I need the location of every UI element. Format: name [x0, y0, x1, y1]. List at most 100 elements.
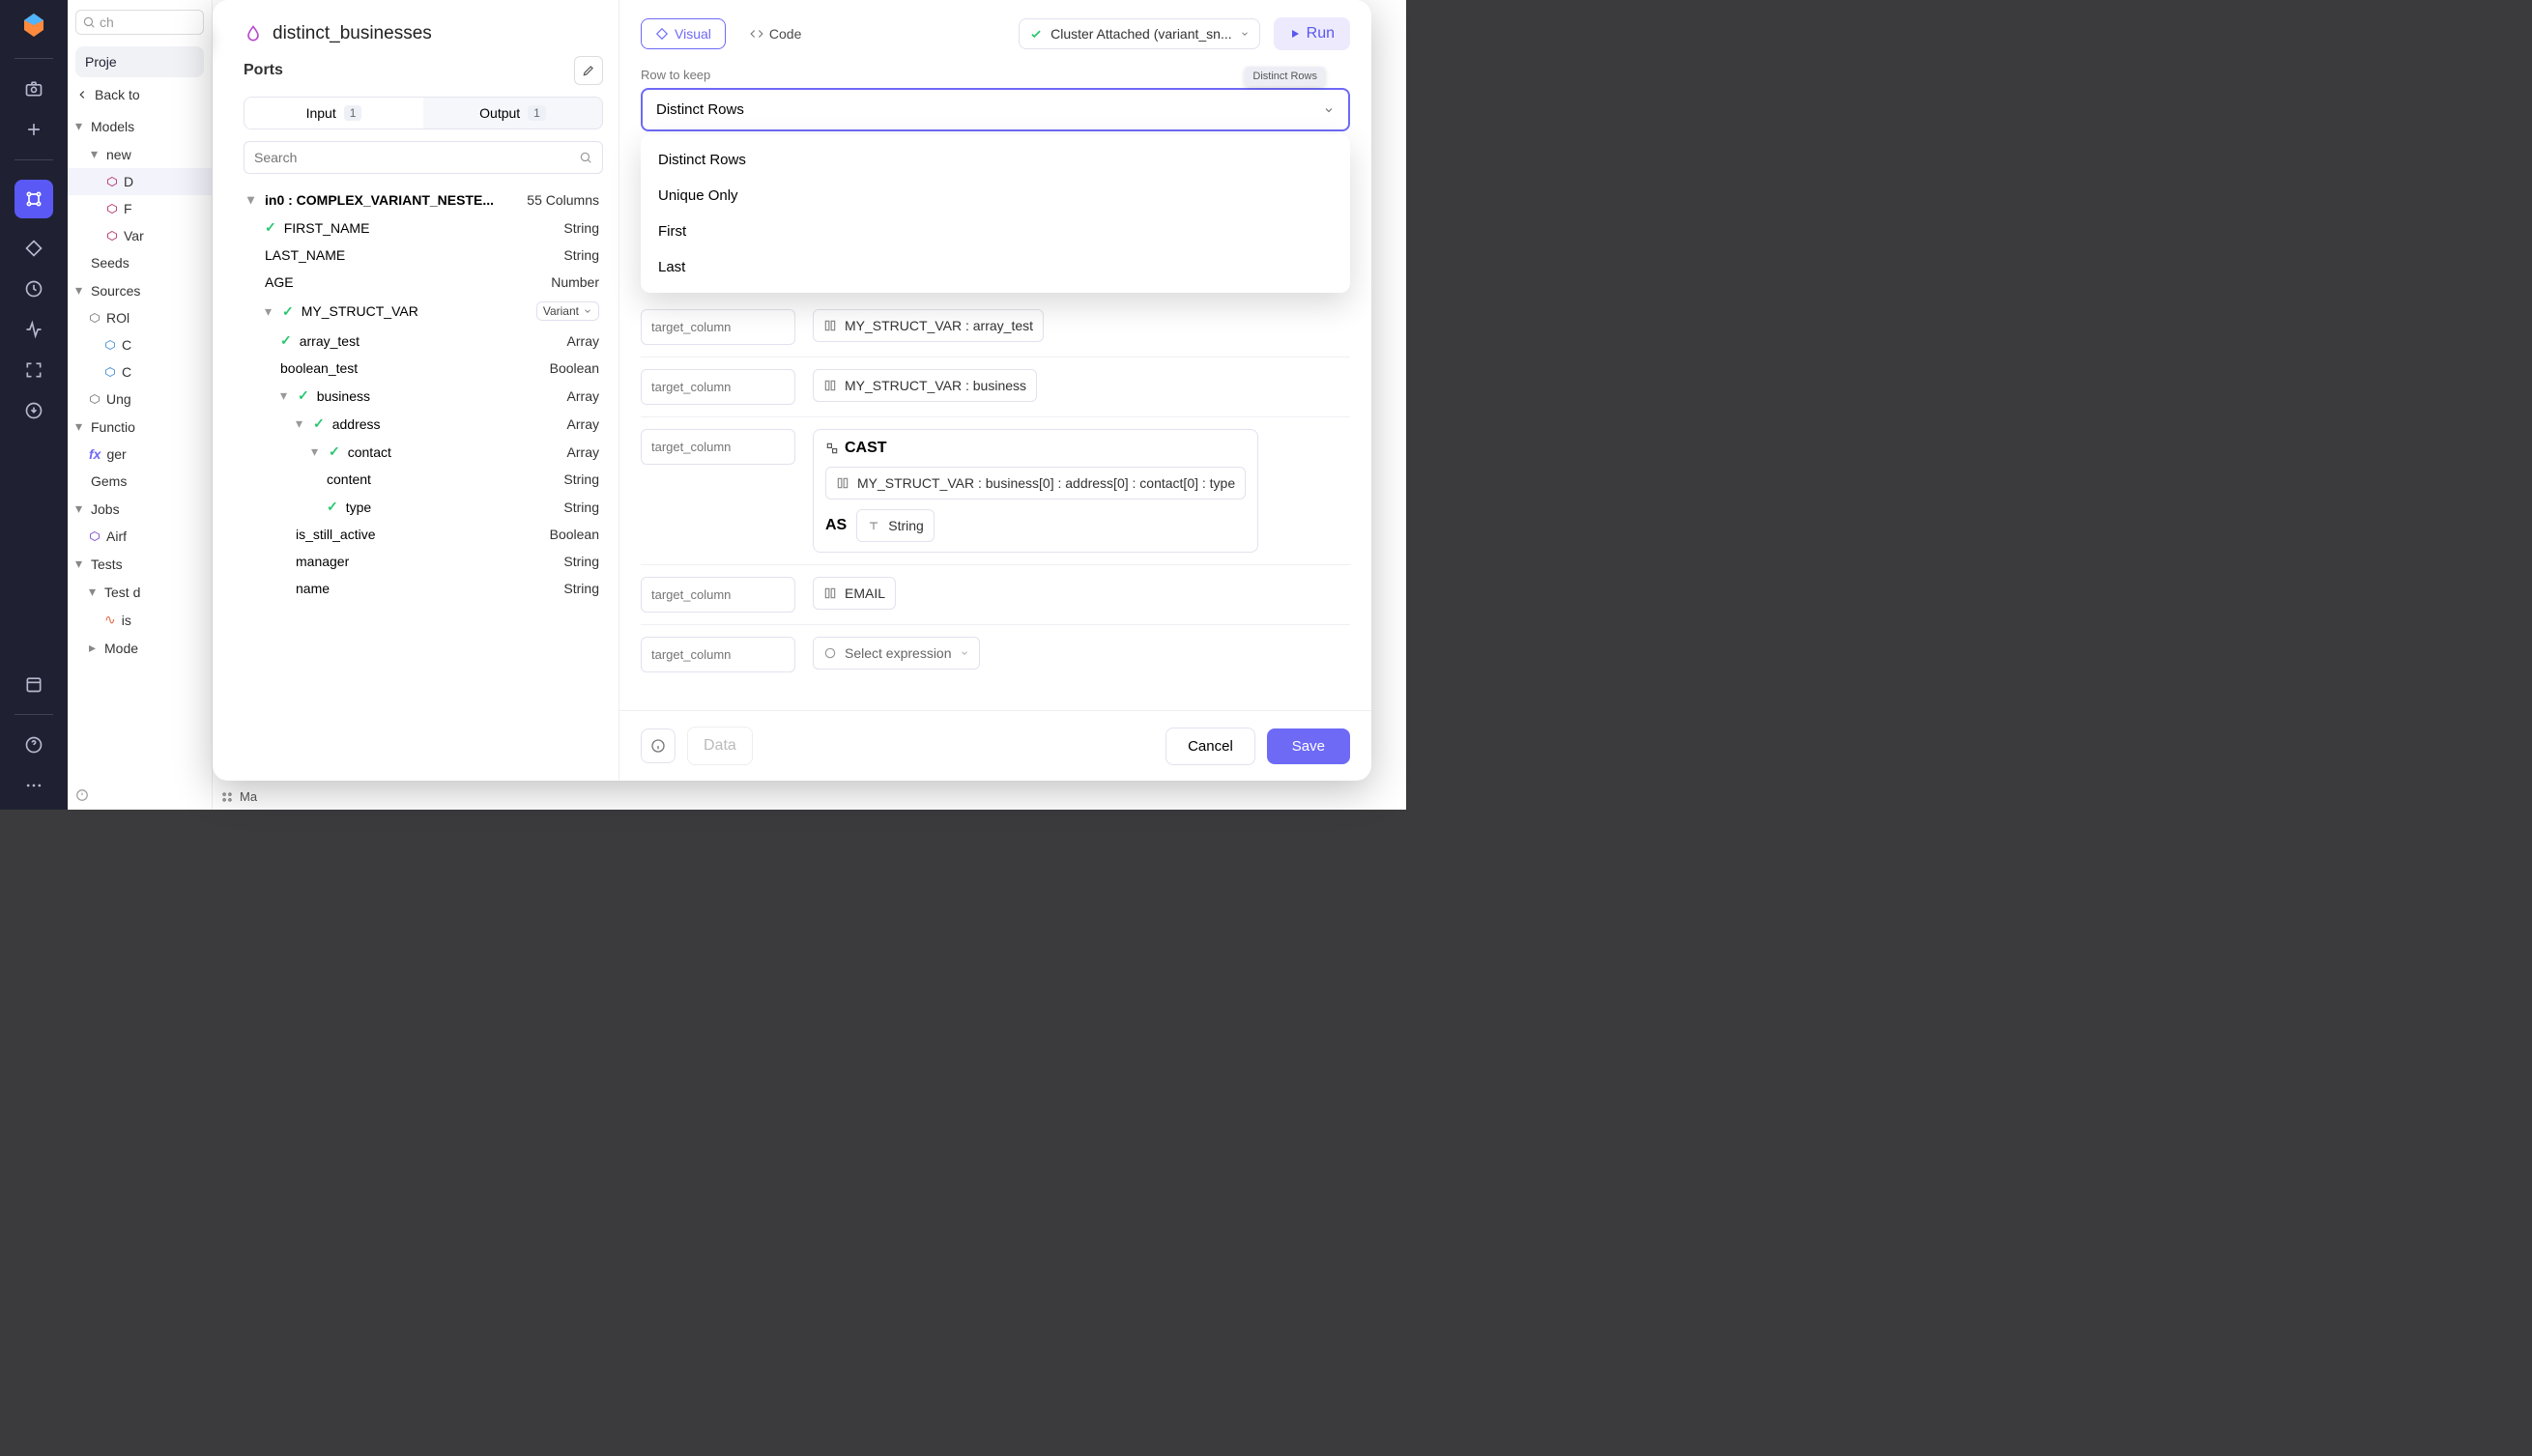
code-mode-button[interactable]: Code	[735, 18, 816, 49]
tree-item[interactable]: D	[68, 168, 212, 195]
target-column-input[interactable]	[641, 577, 795, 613]
dropdown-option[interactable]: First	[641, 214, 1350, 249]
tree-item[interactable]: fxger	[68, 441, 212, 468]
tree-item[interactable]: ▾Test d	[68, 578, 212, 606]
config-panel: Visual Code Cluster Attached (variant_sn…	[619, 0, 1371, 781]
plus-icon[interactable]	[23, 119, 44, 140]
io-tabs: Input1 Output1	[244, 97, 603, 129]
tree-item[interactable]: F	[68, 195, 212, 222]
modal-footer: Data Cancel Save	[619, 710, 1371, 781]
expression-pill[interactable]: EMAIL	[813, 577, 896, 610]
data-tab[interactable]: Data	[687, 727, 753, 765]
back-link[interactable]: Back to	[68, 77, 212, 112]
schema-column-row[interactable]: ✓typeString	[244, 493, 603, 521]
schema-column-row[interactable]: ▾✓addressArray	[244, 410, 603, 438]
save-button[interactable]: Save	[1267, 728, 1350, 764]
tree-item[interactable]: Ung	[68, 385, 212, 413]
type-icon	[867, 519, 880, 532]
row-to-keep-field[interactable]: Distinct Rows	[641, 88, 1350, 131]
target-column-input[interactable]	[641, 637, 795, 672]
cast-source-pill[interactable]: MY_STRUCT_VAR : business[0] : address[0]…	[825, 467, 1246, 500]
tree-item[interactable]: ∿is	[68, 606, 212, 634]
expression-pill[interactable]: MY_STRUCT_VAR : business	[813, 369, 1037, 402]
calendar-icon[interactable]	[23, 673, 44, 695]
expression-row: MY_STRUCT_VAR : array_test	[641, 298, 1350, 345]
more-icon[interactable]	[23, 775, 44, 796]
row-to-keep-dropdown: Distinct Rows Distinct Rows Distinct Row…	[641, 88, 1350, 131]
tree-item[interactable]: Var	[68, 222, 212, 249]
project-chip[interactable]: Proje	[75, 46, 204, 77]
schema-column-row[interactable]: contentString	[244, 466, 603, 493]
dropdown-option[interactable]: Unique Only	[641, 178, 1350, 214]
dropdown-option[interactable]: Distinct Rows	[641, 142, 1350, 178]
search-icon	[579, 151, 592, 164]
schema-column-row[interactable]: is_still_activeBoolean	[244, 521, 603, 548]
row-to-keep-label: Row to keep	[641, 68, 1350, 82]
schema-search-input[interactable]	[254, 150, 579, 165]
download-icon[interactable]	[23, 400, 44, 421]
as-label: AS	[825, 517, 847, 534]
tree-jobs[interactable]: ▾Jobs	[68, 495, 212, 523]
dropdown-option[interactable]: Last	[641, 249, 1350, 285]
row-to-keep-menu: Distinct Rows Unique Only First Last	[641, 134, 1350, 293]
cast-expression[interactable]: CAST MY_STRUCT_VAR : business[0] : addre…	[813, 429, 1258, 553]
back-label: Back to	[95, 87, 140, 102]
expand-icon[interactable]	[23, 359, 44, 381]
schema-column-row[interactable]: ✓array_testArray	[244, 327, 603, 355]
target-column-input[interactable]	[641, 429, 795, 465]
edit-ports-button[interactable]	[574, 56, 603, 85]
schema-column-row[interactable]: ▾✓MY_STRUCT_VARVariant	[244, 296, 603, 327]
tree-functions[interactable]: ▾Functio	[68, 413, 212, 441]
schema-column-row[interactable]: ✓FIRST_NAMEString	[244, 214, 603, 242]
icon-rail	[0, 0, 68, 810]
tree-gems[interactable]: Gems	[68, 468, 212, 495]
pipeline-icon[interactable]	[14, 180, 53, 218]
help-icon[interactable]	[23, 734, 44, 756]
info-button[interactable]	[641, 728, 676, 763]
tree-new[interactable]: ▾new	[68, 140, 212, 168]
expression-row: EMAIL	[641, 564, 1350, 613]
schema-column-row[interactable]: LAST_NAMEString	[244, 242, 603, 269]
tree-tests[interactable]: ▾Tests	[68, 550, 212, 578]
project-sidebar: ch Proje Back to ▾Models ▾new D F Var Se…	[68, 0, 213, 810]
schema-col-count: 55 Columns	[527, 192, 599, 208]
expression-pill[interactable]: MY_STRUCT_VAR : array_test	[813, 309, 1044, 342]
schema-column-row[interactable]: ▾✓contactArray	[244, 438, 603, 466]
schema-column-row[interactable]: boolean_testBoolean	[244, 355, 603, 382]
project-tree: ▾Models ▾new D F Var Seeds ▾Sources ROl …	[68, 112, 212, 662]
tab-output[interactable]: Output1	[423, 98, 602, 128]
gem-editor-modal: distinct_businesses Ports Input1 Output1…	[213, 0, 1371, 781]
sidebar-search[interactable]: ch	[75, 10, 204, 35]
cast-icon	[825, 442, 839, 455]
ports-panel: distinct_businesses Ports Input1 Output1…	[213, 0, 619, 781]
run-button[interactable]: Run	[1274, 17, 1350, 50]
diamond-icon[interactable]	[23, 238, 44, 259]
cast-type-pill[interactable]: String	[856, 509, 935, 542]
cluster-selector[interactable]: Cluster Attached (variant_sn...	[1019, 18, 1260, 49]
tree-models[interactable]: ▾Models	[68, 112, 212, 140]
variant-pill[interactable]: Variant	[536, 301, 599, 321]
tree-seeds[interactable]: Seeds	[68, 249, 212, 276]
schema-column-row[interactable]: managerString	[244, 548, 603, 575]
clock-icon[interactable]	[23, 278, 44, 300]
target-column-input[interactable]	[641, 309, 795, 345]
schema-column-row[interactable]: nameString	[244, 575, 603, 602]
camera-icon[interactable]	[23, 78, 44, 100]
target-column-input[interactable]	[641, 369, 795, 405]
tree-item[interactable]: ▸Mode	[68, 634, 212, 662]
tree-item[interactable]: Airf	[68, 523, 212, 550]
schema-column-row[interactable]: ▾✓businessArray	[244, 382, 603, 410]
expression-row: MY_STRUCT_VAR : business	[641, 357, 1350, 405]
tree-item[interactable]: C	[68, 331, 212, 358]
schema-column-row[interactable]: AGENumber	[244, 269, 603, 296]
tab-input[interactable]: Input1	[245, 98, 423, 128]
schema-search[interactable]	[244, 141, 603, 174]
tree-sources[interactable]: ▾Sources	[68, 276, 212, 304]
tree-item[interactable]: ROl	[68, 304, 212, 331]
tree-item[interactable]: C	[68, 358, 212, 385]
visual-mode-button[interactable]: Visual	[641, 18, 726, 49]
canvas-tab[interactable]: Ma	[220, 789, 257, 804]
activity-icon[interactable]	[23, 319, 44, 340]
select-expression[interactable]: Select expression	[813, 637, 980, 670]
cancel-button[interactable]: Cancel	[1165, 728, 1255, 765]
